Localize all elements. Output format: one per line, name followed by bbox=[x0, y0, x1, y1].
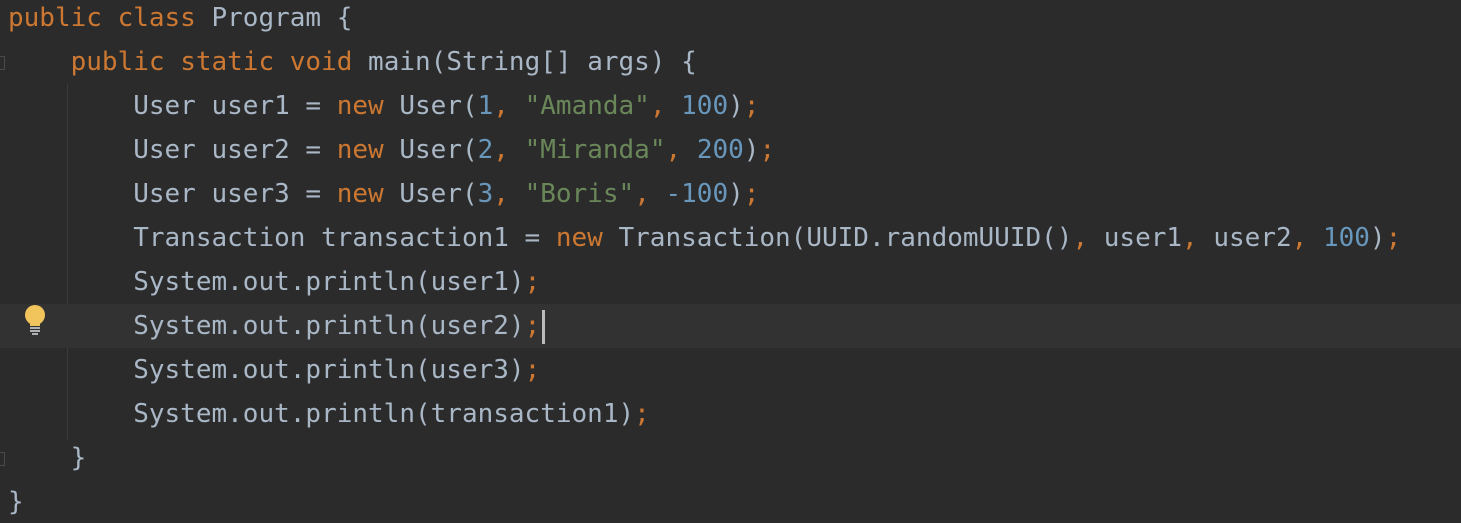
code-line[interactable]: public static void main(String[] args) { bbox=[0, 40, 1461, 84]
lightbulb-icon[interactable] bbox=[22, 305, 48, 335]
code-token: System.out.println(user2) bbox=[8, 311, 525, 341]
code-token: Program { bbox=[211, 3, 353, 33]
code-token: , bbox=[634, 179, 666, 209]
code-token: new bbox=[336, 179, 400, 209]
code-line[interactable]: Transaction transaction1 = new Transacti… bbox=[0, 216, 1461, 260]
code-token: ; bbox=[634, 399, 650, 429]
code-text: System.out.println(user2); bbox=[8, 304, 546, 348]
code-token: 200 bbox=[696, 135, 744, 165]
code-token: ) bbox=[1369, 223, 1386, 253]
code-token: , bbox=[493, 135, 525, 165]
code-text: public static void main(String[] args) { bbox=[8, 40, 697, 84]
code-text: public class Program { bbox=[8, 0, 352, 40]
code-text: User user2 = new User(2, "Miranda", 200)… bbox=[8, 128, 775, 172]
code-token: main(String[] args) { bbox=[368, 47, 697, 77]
code-line[interactable]: System.out.println(user2); bbox=[0, 304, 1461, 348]
code-token: , bbox=[665, 135, 697, 165]
code-token: public static void bbox=[70, 47, 369, 77]
code-token: 2 bbox=[477, 135, 494, 165]
code-token: , bbox=[1182, 223, 1214, 253]
code-token: public class bbox=[8, 3, 212, 33]
code-token: user1 bbox=[1103, 223, 1183, 253]
code-token: , bbox=[1291, 223, 1323, 253]
code-token: User user3 = bbox=[8, 179, 337, 209]
code-line[interactable]: User user2 = new User(2, "Miranda", 200)… bbox=[0, 128, 1461, 172]
code-text: System.out.println(user3); bbox=[8, 348, 540, 392]
code-token: } bbox=[8, 487, 24, 517]
code-token: , bbox=[493, 179, 525, 209]
code-text: } bbox=[8, 480, 24, 523]
code-line[interactable]: System.out.println(user1); bbox=[0, 260, 1461, 304]
code-token: User( bbox=[399, 179, 478, 209]
code-line[interactable]: public class Program { bbox=[0, 0, 1461, 40]
code-token: ; bbox=[1385, 223, 1402, 253]
code-line[interactable]: System.out.println(transaction1); bbox=[0, 392, 1461, 436]
code-editor[interactable]: public class Program { public static voi… bbox=[0, 0, 1461, 523]
code-token: System.out.println(user1) bbox=[8, 267, 525, 297]
code-token: new bbox=[336, 91, 400, 121]
code-token: ) bbox=[728, 91, 744, 121]
code-token: ; bbox=[743, 91, 760, 121]
code-token: user2 bbox=[1213, 223, 1292, 253]
code-token: ; bbox=[759, 135, 776, 165]
code-token: ; bbox=[524, 311, 541, 341]
code-token: 100 bbox=[1322, 223, 1370, 253]
code-token: User user2 = bbox=[8, 135, 337, 165]
code-token: ) bbox=[728, 179, 744, 209]
code-token: new bbox=[555, 223, 619, 253]
code-token: 1 bbox=[477, 91, 494, 121]
code-token: Transaction transaction1 = bbox=[8, 223, 556, 253]
code-text: Transaction transaction1 = new Transacti… bbox=[8, 216, 1401, 260]
code-token: ) bbox=[743, 135, 760, 165]
text-caret bbox=[542, 309, 546, 344]
code-token: User( bbox=[399, 135, 478, 165]
code-line[interactable]: User user3 = new User(3, "Boris", -100); bbox=[0, 172, 1461, 216]
code-token: "Boris" bbox=[524, 179, 635, 209]
code-token: 100 bbox=[681, 91, 729, 121]
code-token: , bbox=[649, 91, 682, 121]
code-text: } bbox=[8, 436, 87, 480]
code-token: 3 bbox=[477, 179, 494, 209]
code-token: System.out.println(user3) bbox=[8, 355, 525, 385]
code-text: User user1 = new User(1, "Amanda", 100); bbox=[8, 84, 759, 128]
code-token: System.out.println(transaction1) bbox=[8, 399, 635, 429]
code-token: , bbox=[1072, 223, 1104, 253]
code-token: , bbox=[493, 91, 525, 121]
code-token: -100 bbox=[665, 179, 729, 209]
code-token: Transaction(UUID.randomUUID() bbox=[618, 223, 1073, 253]
code-token: ; bbox=[524, 267, 541, 297]
code-token: new bbox=[336, 135, 400, 165]
code-line[interactable]: System.out.println(user3); bbox=[0, 348, 1461, 392]
code-token: User( bbox=[399, 91, 478, 121]
code-token: User user1 = bbox=[8, 91, 337, 121]
code-line[interactable]: User user1 = new User(1, "Amanda", 100); bbox=[0, 84, 1461, 128]
code-text: System.out.println(user1); bbox=[8, 260, 540, 304]
code-text: User user3 = new User(3, "Boris", -100); bbox=[8, 172, 759, 216]
code-line[interactable]: } bbox=[0, 436, 1461, 480]
code-line[interactable]: } bbox=[0, 480, 1461, 523]
code-token: "Miranda" bbox=[524, 135, 666, 165]
code-token: ; bbox=[524, 355, 541, 385]
code-token: ; bbox=[743, 179, 760, 209]
code-token: } bbox=[8, 443, 87, 473]
code-token: "Amanda" bbox=[524, 91, 650, 121]
code-text: System.out.println(transaction1); bbox=[8, 392, 650, 436]
